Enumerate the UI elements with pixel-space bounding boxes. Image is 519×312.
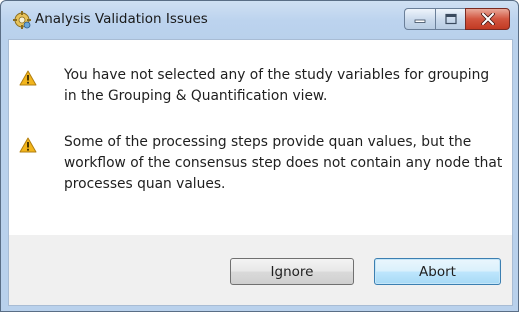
maximize-icon <box>444 13 457 25</box>
button-bar: Ignore Abort <box>8 235 513 306</box>
minimize-button[interactable] <box>404 8 435 30</box>
warning-icon <box>19 70 37 86</box>
app-gear-icon <box>12 10 32 30</box>
dialog-window: Analysis Validation Issues You have not … <box>0 0 519 312</box>
message-text: Some of the processing steps provide qua… <box>64 134 503 192</box>
warning-icon <box>19 137 37 153</box>
close-icon <box>480 13 495 25</box>
message-text: You have not selected any of the study v… <box>64 67 490 104</box>
maximize-button[interactable] <box>435 8 465 30</box>
close-button[interactable] <box>465 8 510 30</box>
minimize-icon <box>414 19 426 23</box>
title-bar[interactable]: Analysis Validation Issues <box>1 1 518 39</box>
window-title: Analysis Validation Issues <box>35 11 208 27</box>
caption-buttons <box>404 8 510 30</box>
ignore-button[interactable]: Ignore <box>230 258 354 285</box>
message-area: You have not selected any of the study v… <box>8 39 513 236</box>
abort-button[interactable]: Abort <box>374 258 501 285</box>
